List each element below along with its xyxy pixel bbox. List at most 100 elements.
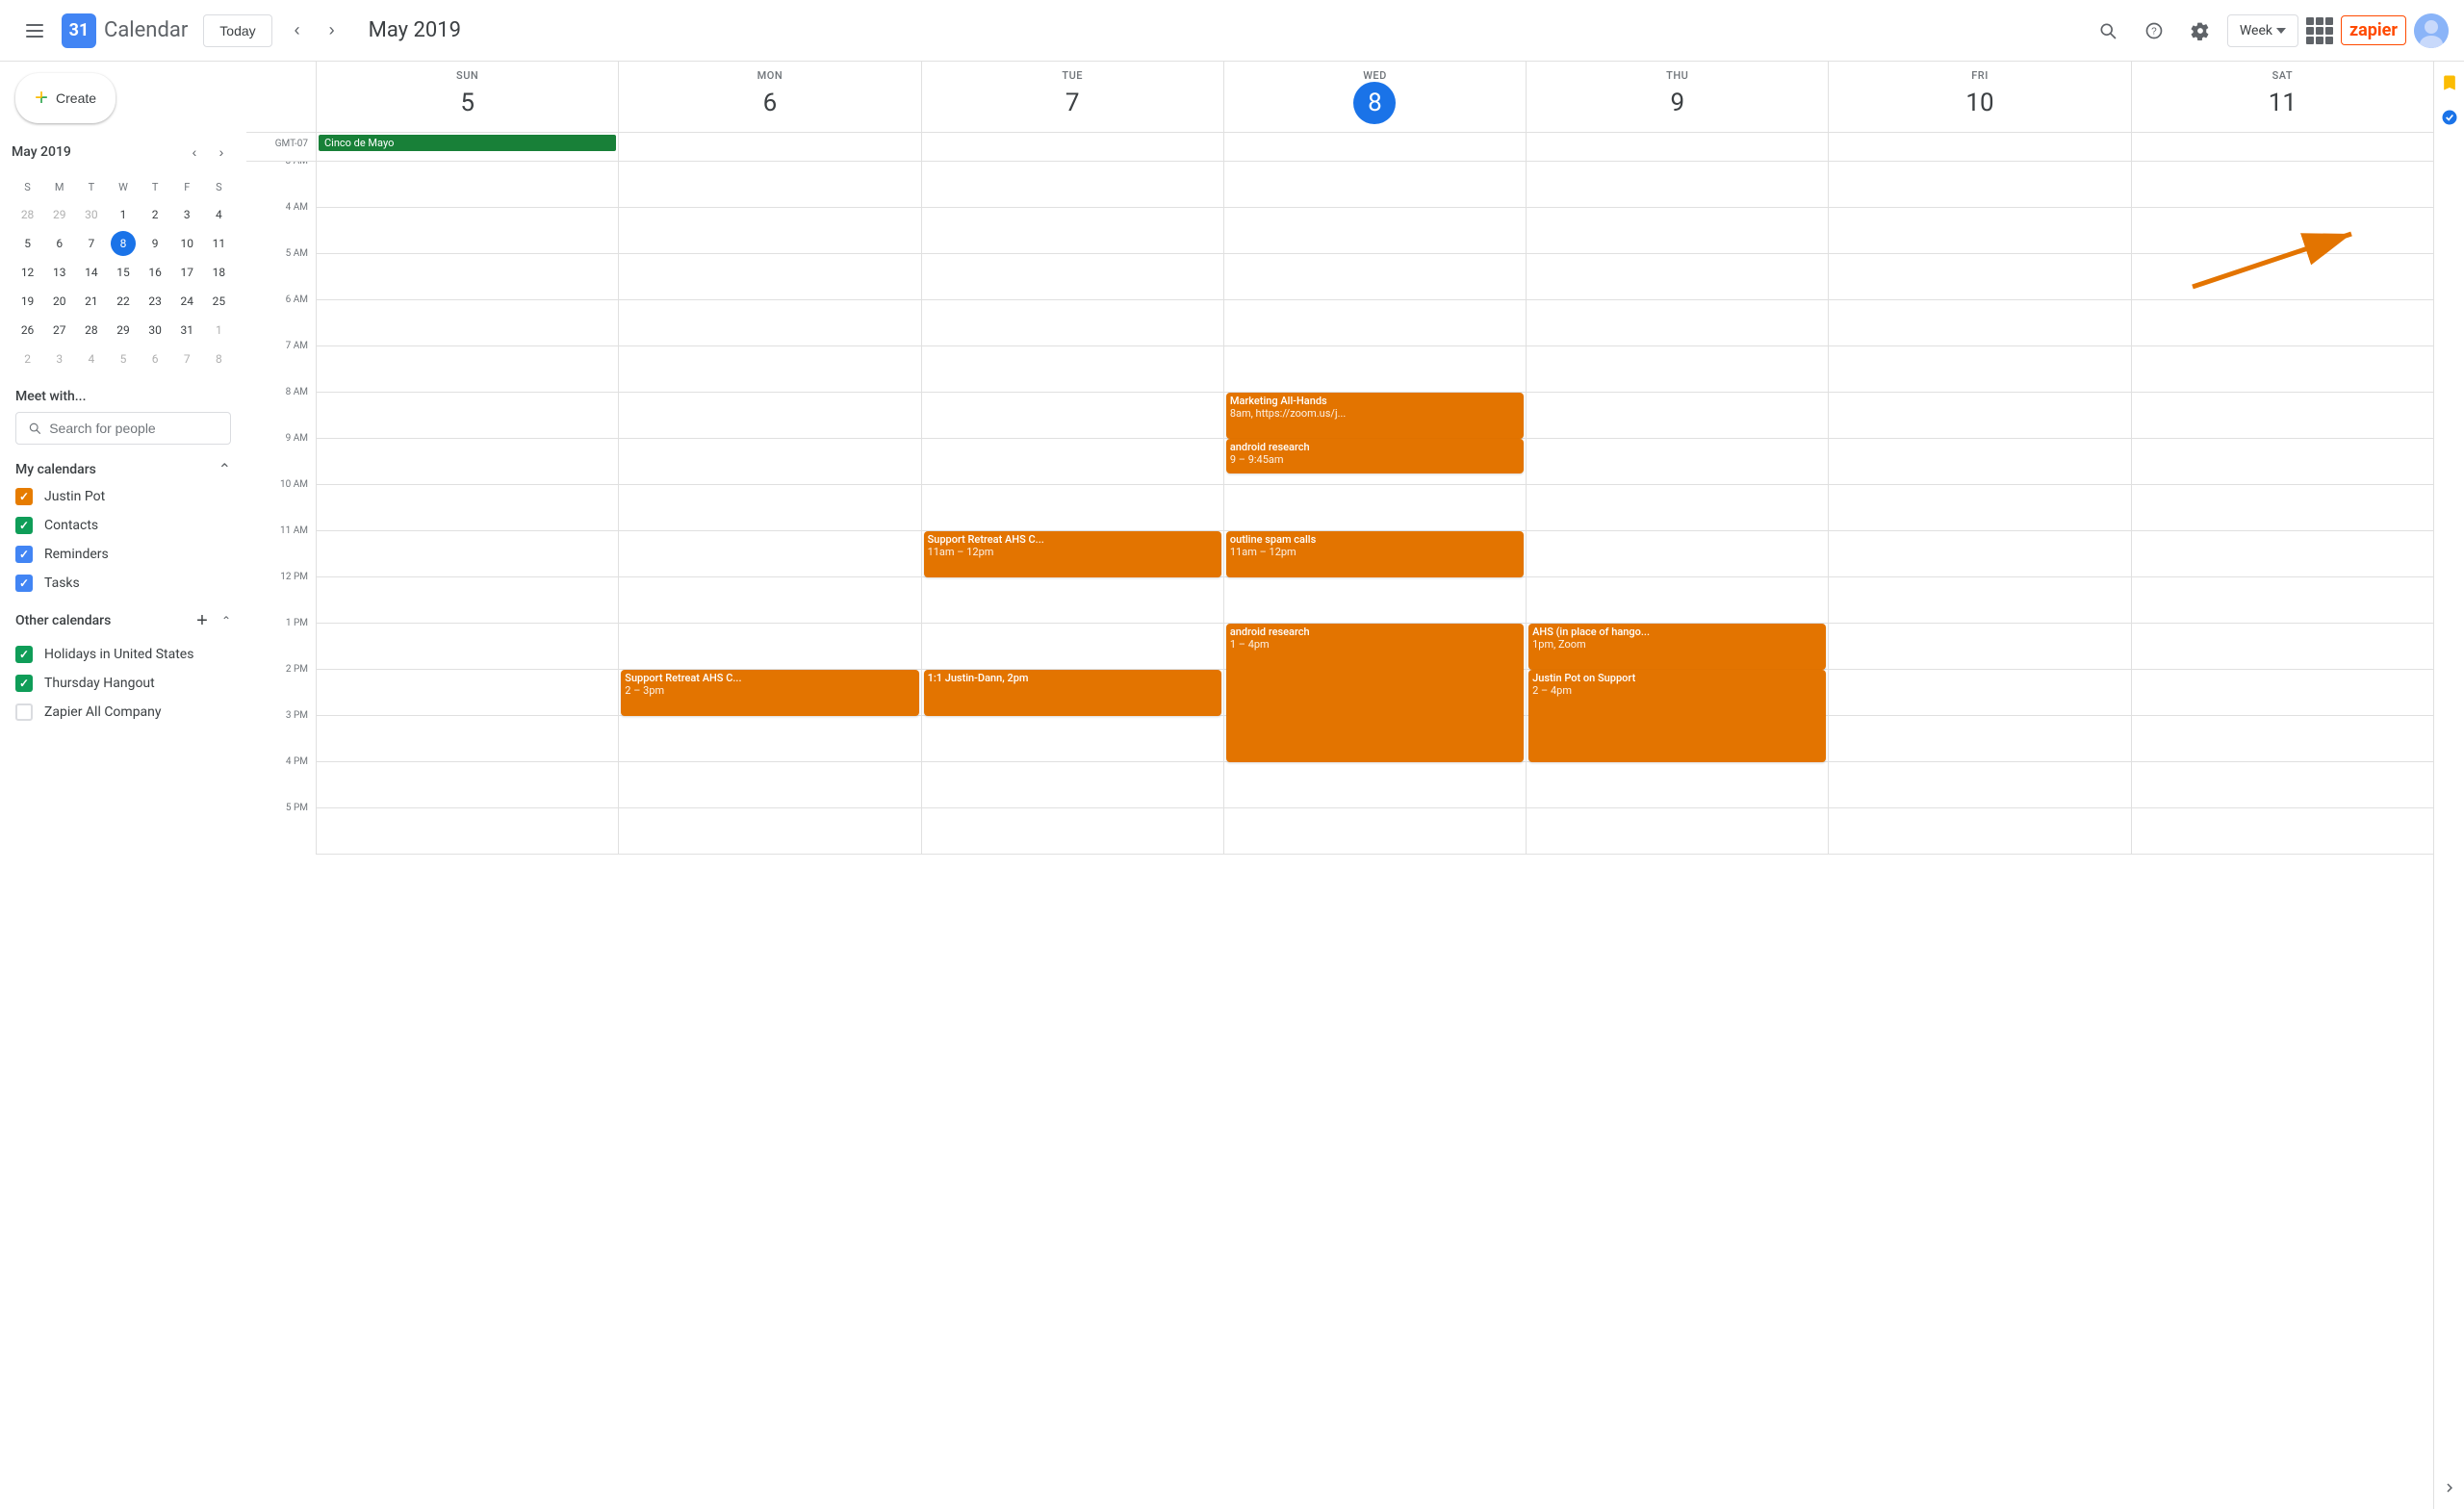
day-number[interactable]: 8 bbox=[1353, 82, 1396, 124]
allday-cell[interactable] bbox=[618, 133, 920, 161]
mini-cal-day[interactable]: 11 bbox=[203, 229, 235, 258]
settings-button[interactable] bbox=[2181, 12, 2220, 50]
calendar-event[interactable]: Marketing All-Hands8am, https://zoom.us/… bbox=[1226, 393, 1524, 439]
view-select[interactable]: Week bbox=[2227, 14, 2298, 47]
mini-cal-day[interactable]: 30 bbox=[75, 200, 107, 229]
calendar-event[interactable]: 1:1 Justin-Dann, 2pm bbox=[924, 670, 1221, 716]
calendar-event[interactable]: android research1 – 4pm bbox=[1226, 624, 1524, 762]
mini-cal-day[interactable]: 31 bbox=[171, 316, 203, 345]
allday-cell[interactable] bbox=[2131, 133, 2433, 161]
my-calendar-item[interactable]: Justin Pot bbox=[15, 482, 231, 511]
mini-cal-day[interactable]: 30 bbox=[140, 316, 171, 345]
mini-cal-day[interactable]: 18 bbox=[203, 258, 235, 287]
add-other-calendar-button[interactable]: + bbox=[187, 605, 218, 636]
day-number[interactable]: 11 bbox=[2261, 82, 2303, 124]
mini-cal-day[interactable]: 20 bbox=[43, 287, 75, 316]
mini-cal-day[interactable]: 28 bbox=[75, 316, 107, 345]
mini-cal-day[interactable]: 6 bbox=[140, 345, 171, 373]
mini-cal-day[interactable]: 24 bbox=[171, 287, 203, 316]
day-column[interactable]: Support Retreat AHS C...11am – 12pm 1:1 J… bbox=[921, 162, 1223, 855]
mini-cal-day[interactable]: 10 bbox=[171, 229, 203, 258]
day-column[interactable] bbox=[1828, 162, 2130, 855]
mini-cal-day[interactable]: 7 bbox=[171, 345, 203, 373]
search-people-input[interactable] bbox=[49, 421, 218, 436]
calendar-event[interactable]: Support Retreat AHS C...2 – 3pm bbox=[621, 670, 918, 716]
other-calendar-item[interactable]: Zapier All Company bbox=[15, 698, 231, 727]
next-button[interactable]: › bbox=[315, 13, 349, 48]
mini-cal-day[interactable]: 29 bbox=[107, 316, 139, 345]
allday-cell[interactable] bbox=[921, 133, 1223, 161]
mini-cal-next[interactable]: › bbox=[208, 139, 235, 166]
mini-cal-day[interactable]: 12 bbox=[12, 258, 43, 287]
avatar[interactable] bbox=[2414, 13, 2449, 48]
menu-icon[interactable] bbox=[15, 12, 54, 50]
allday-cell[interactable] bbox=[1828, 133, 2130, 161]
allday-cell[interactable] bbox=[1526, 133, 1828, 161]
day-number[interactable]: 6 bbox=[749, 82, 791, 124]
day-column[interactable]: Marketing All-Hands8am, https://zoom.us/… bbox=[1223, 162, 1526, 855]
expand-right-icon[interactable] bbox=[2436, 1474, 2463, 1501]
my-calendar-item[interactable]: Reminders bbox=[15, 540, 231, 569]
mini-cal-day[interactable]: 26 bbox=[12, 316, 43, 345]
search-people-container[interactable] bbox=[15, 412, 231, 445]
mini-cal-day[interactable]: 13 bbox=[43, 258, 75, 287]
mini-cal-day[interactable]: 15 bbox=[107, 258, 139, 287]
mini-cal-day[interactable]: 23 bbox=[140, 287, 171, 316]
mini-cal-day[interactable]: 16 bbox=[140, 258, 171, 287]
mini-cal-day[interactable]: 4 bbox=[75, 345, 107, 373]
mini-cal-day[interactable]: 3 bbox=[171, 200, 203, 229]
prev-button[interactable]: ‹ bbox=[280, 13, 315, 48]
mini-cal-day[interactable]: 19 bbox=[12, 287, 43, 316]
allday-cell[interactable]: Cinco de Mayo bbox=[316, 133, 618, 161]
mini-cal-day[interactable]: 4 bbox=[203, 200, 235, 229]
day-column[interactable] bbox=[316, 162, 618, 855]
mini-cal-day[interactable]: 14 bbox=[75, 258, 107, 287]
mini-cal-day[interactable]: 8 bbox=[203, 345, 235, 373]
mini-cal-day[interactable]: 2 bbox=[12, 345, 43, 373]
calendar-event[interactable]: AHS (in place of hango...1pm, Zoom bbox=[1528, 624, 1826, 670]
allday-event[interactable]: Cinco de Mayo bbox=[319, 135, 616, 151]
check-circle-icon[interactable] bbox=[2436, 104, 2463, 131]
calendar-event[interactable]: Support Retreat AHS C...11am – 12pm bbox=[924, 531, 1221, 577]
mini-cal-day[interactable]: 8 bbox=[107, 229, 139, 258]
mini-cal-prev[interactable]: ‹ bbox=[181, 139, 208, 166]
mini-cal-day[interactable]: 29 bbox=[43, 200, 75, 229]
mini-cal-day[interactable]: 17 bbox=[171, 258, 203, 287]
create-button[interactable]: + Create bbox=[15, 73, 116, 123]
day-column[interactable] bbox=[2131, 162, 2433, 855]
mini-cal-day[interactable]: 27 bbox=[43, 316, 75, 345]
other-calendars-header[interactable]: Other calendars + ⌃ bbox=[15, 605, 231, 636]
bookmark-icon[interactable] bbox=[2436, 69, 2463, 96]
day-column[interactable]: AHS (in place of hango...1pm, ZoomJustin… bbox=[1526, 162, 1828, 855]
mini-cal-day[interactable]: 1 bbox=[203, 316, 235, 345]
mini-cal-day[interactable]: 28 bbox=[12, 200, 43, 229]
calendar-event[interactable]: outline spam calls11am – 12pm bbox=[1226, 531, 1524, 577]
mini-cal-day[interactable]: 5 bbox=[107, 345, 139, 373]
mini-cal-day[interactable]: 7 bbox=[75, 229, 107, 258]
help-button[interactable]: ? bbox=[2135, 12, 2173, 50]
mini-cal-day[interactable]: 22 bbox=[107, 287, 139, 316]
other-calendar-item[interactable]: Thursday Hangout bbox=[15, 669, 231, 698]
mini-cal-day[interactable]: 1 bbox=[107, 200, 139, 229]
my-calendar-item[interactable]: Tasks bbox=[15, 569, 231, 598]
today-button[interactable]: Today bbox=[203, 14, 271, 47]
search-button[interactable] bbox=[2089, 12, 2127, 50]
mini-cal-day[interactable]: 6 bbox=[43, 229, 75, 258]
apps-icon[interactable] bbox=[2306, 17, 2333, 44]
allday-cell[interactable] bbox=[1223, 133, 1526, 161]
day-number[interactable]: 9 bbox=[1656, 82, 1699, 124]
day-number[interactable]: 5 bbox=[447, 82, 489, 124]
day-number[interactable]: 10 bbox=[1959, 82, 2001, 124]
other-calendar-item[interactable]: Holidays in United States bbox=[15, 640, 231, 669]
day-number[interactable]: 7 bbox=[1051, 82, 1093, 124]
calendar-event[interactable]: android research9 – 9:45am bbox=[1226, 439, 1524, 473]
day-column[interactable]: Support Retreat AHS C...2 – 3pm bbox=[618, 162, 920, 855]
mini-cal-day[interactable]: 3 bbox=[43, 345, 75, 373]
mini-cal-day[interactable]: 25 bbox=[203, 287, 235, 316]
mini-cal-day[interactable]: 2 bbox=[140, 200, 171, 229]
my-calendar-item[interactable]: Contacts bbox=[15, 511, 231, 540]
mini-cal-day[interactable]: 9 bbox=[140, 229, 171, 258]
mini-cal-day[interactable]: 5 bbox=[12, 229, 43, 258]
calendar-event[interactable]: Justin Pot on Support2 – 4pm bbox=[1528, 670, 1826, 762]
mini-cal-day[interactable]: 21 bbox=[75, 287, 107, 316]
